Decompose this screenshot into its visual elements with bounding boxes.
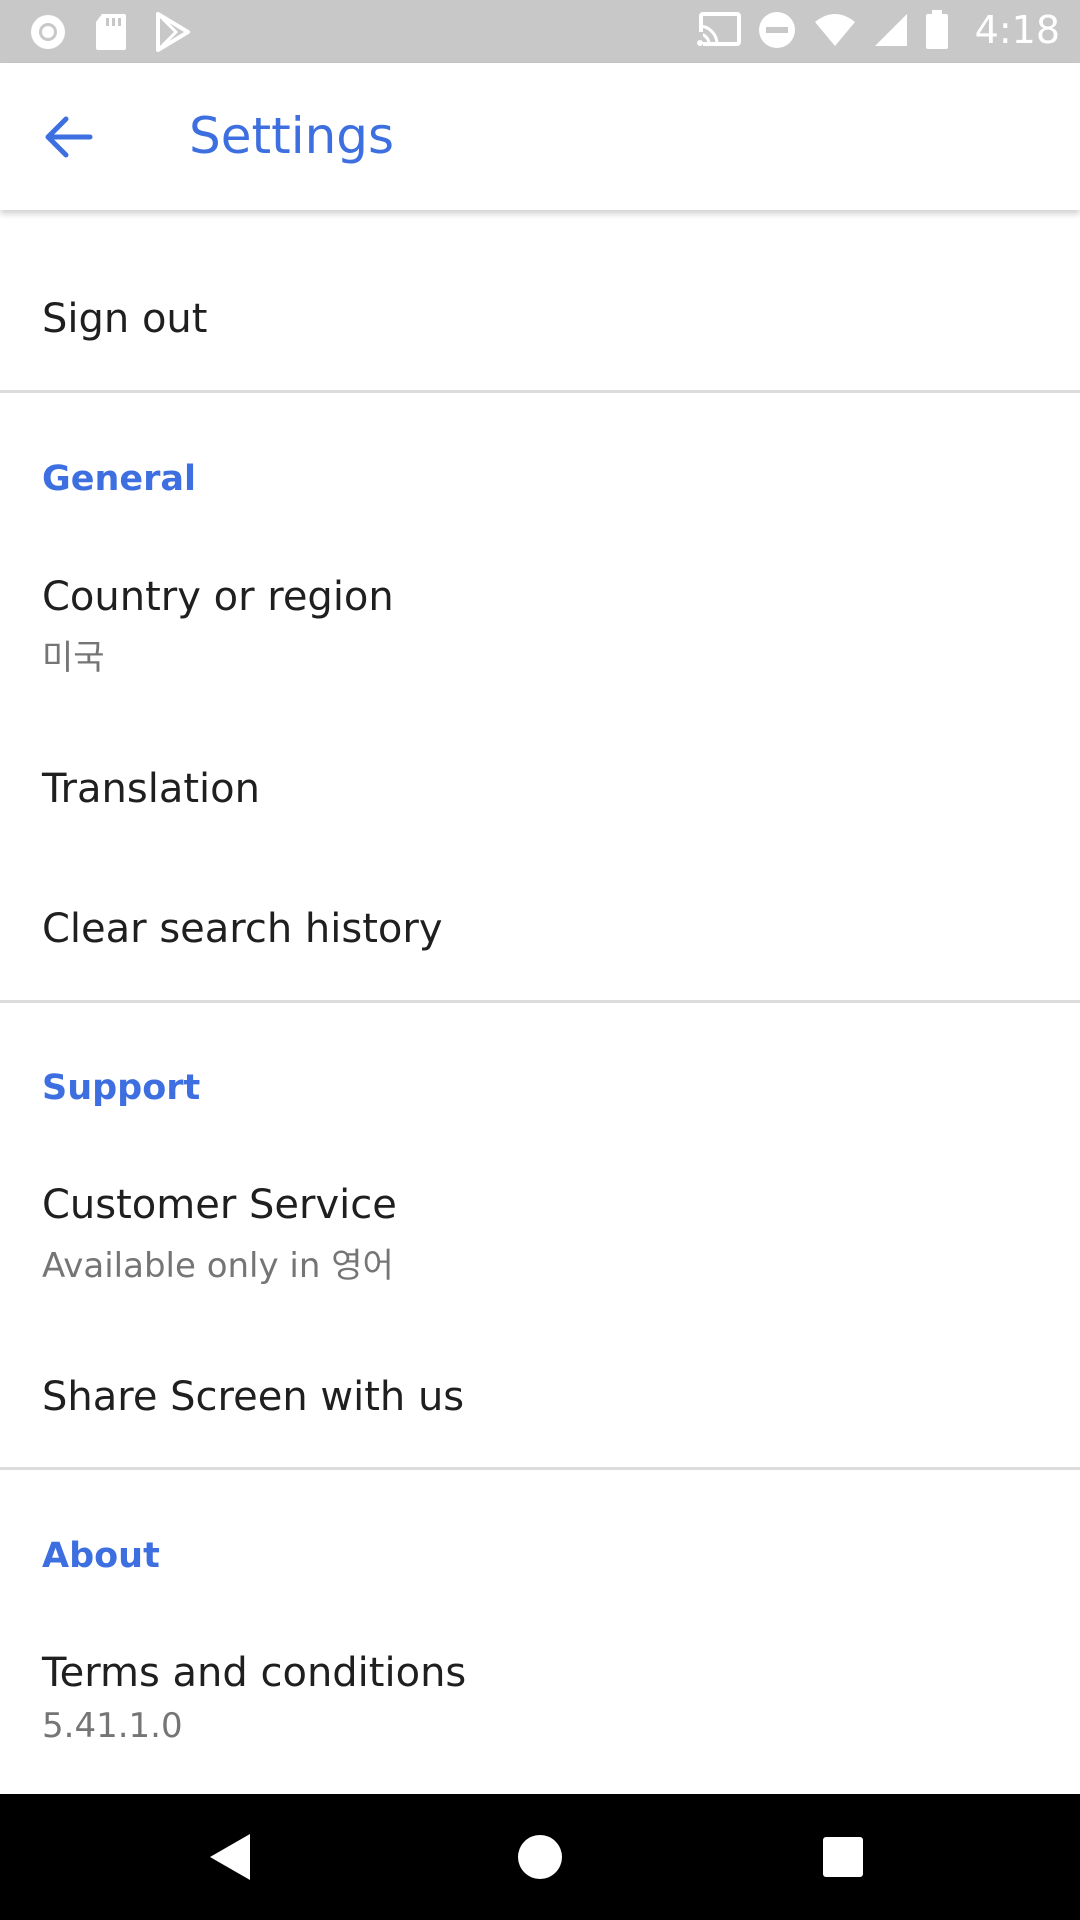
nav-recents-button[interactable] (808, 1822, 878, 1892)
arrow-back-icon (45, 116, 93, 158)
customer-service-label: Customer Service (42, 1182, 397, 1228)
translation-item[interactable]: Translation (0, 750, 1080, 880)
status-bar: 4:18 (0, 0, 1080, 63)
app-version: 5.41.1.0 (42, 1706, 183, 1746)
divider (0, 1000, 1080, 1003)
customer-service-item[interactable]: Customer Service Available only in 영어 (0, 1160, 1080, 1310)
share-screen-label: Share Screen with us (42, 1374, 465, 1420)
divider (0, 1467, 1080, 1470)
country-region-value: 미국 (42, 638, 105, 678)
back-button[interactable] (42, 111, 104, 163)
section-header-support: Support (42, 1068, 201, 1108)
nav-back-icon (210, 1834, 250, 1880)
country-region-label: Country or region (42, 574, 394, 620)
navigation-bar (0, 1794, 1080, 1920)
cast-icon (696, 12, 741, 46)
terms-conditions-item[interactable]: Terms and conditions 5.41.1.0 (0, 1628, 1080, 1778)
sd-card-icon (96, 14, 126, 50)
nav-recents-icon (823, 1837, 863, 1877)
play-store-icon (156, 12, 190, 52)
sign-out-item[interactable]: Sign out (0, 210, 1080, 390)
section-header-about: About (42, 1536, 160, 1576)
nav-home-button[interactable] (505, 1822, 575, 1892)
status-left-icons (28, 12, 192, 52)
app-bar: Settings (0, 63, 1080, 210)
clear-search-history-item[interactable]: Clear search history (0, 890, 1080, 1000)
sign-out-label: Sign out (42, 296, 208, 342)
share-screen-item[interactable]: Share Screen with us (0, 1350, 1080, 1460)
section-header-general: General (42, 459, 196, 499)
terms-conditions-label: Terms and conditions (42, 1650, 467, 1696)
nav-back-button[interactable] (196, 1822, 266, 1892)
page-title: Settings (189, 107, 395, 165)
status-right-icons: 4:18 (696, 8, 1060, 52)
nav-home-icon (518, 1835, 562, 1879)
country-region-item[interactable]: Country or region 미국 (0, 550, 1080, 700)
battery-icon (925, 10, 948, 49)
status-time: 4:18 (974, 8, 1060, 52)
clear-search-history-label: Clear search history (42, 906, 443, 952)
do-not-disturb-icon (758, 12, 795, 48)
translation-label: Translation (42, 766, 260, 812)
wifi-icon (814, 14, 855, 46)
customer-service-note: Available only in 영어 (42, 1246, 394, 1286)
circle-notification-icon (31, 15, 65, 49)
divider (0, 390, 1080, 393)
signal-icon (874, 14, 907, 46)
